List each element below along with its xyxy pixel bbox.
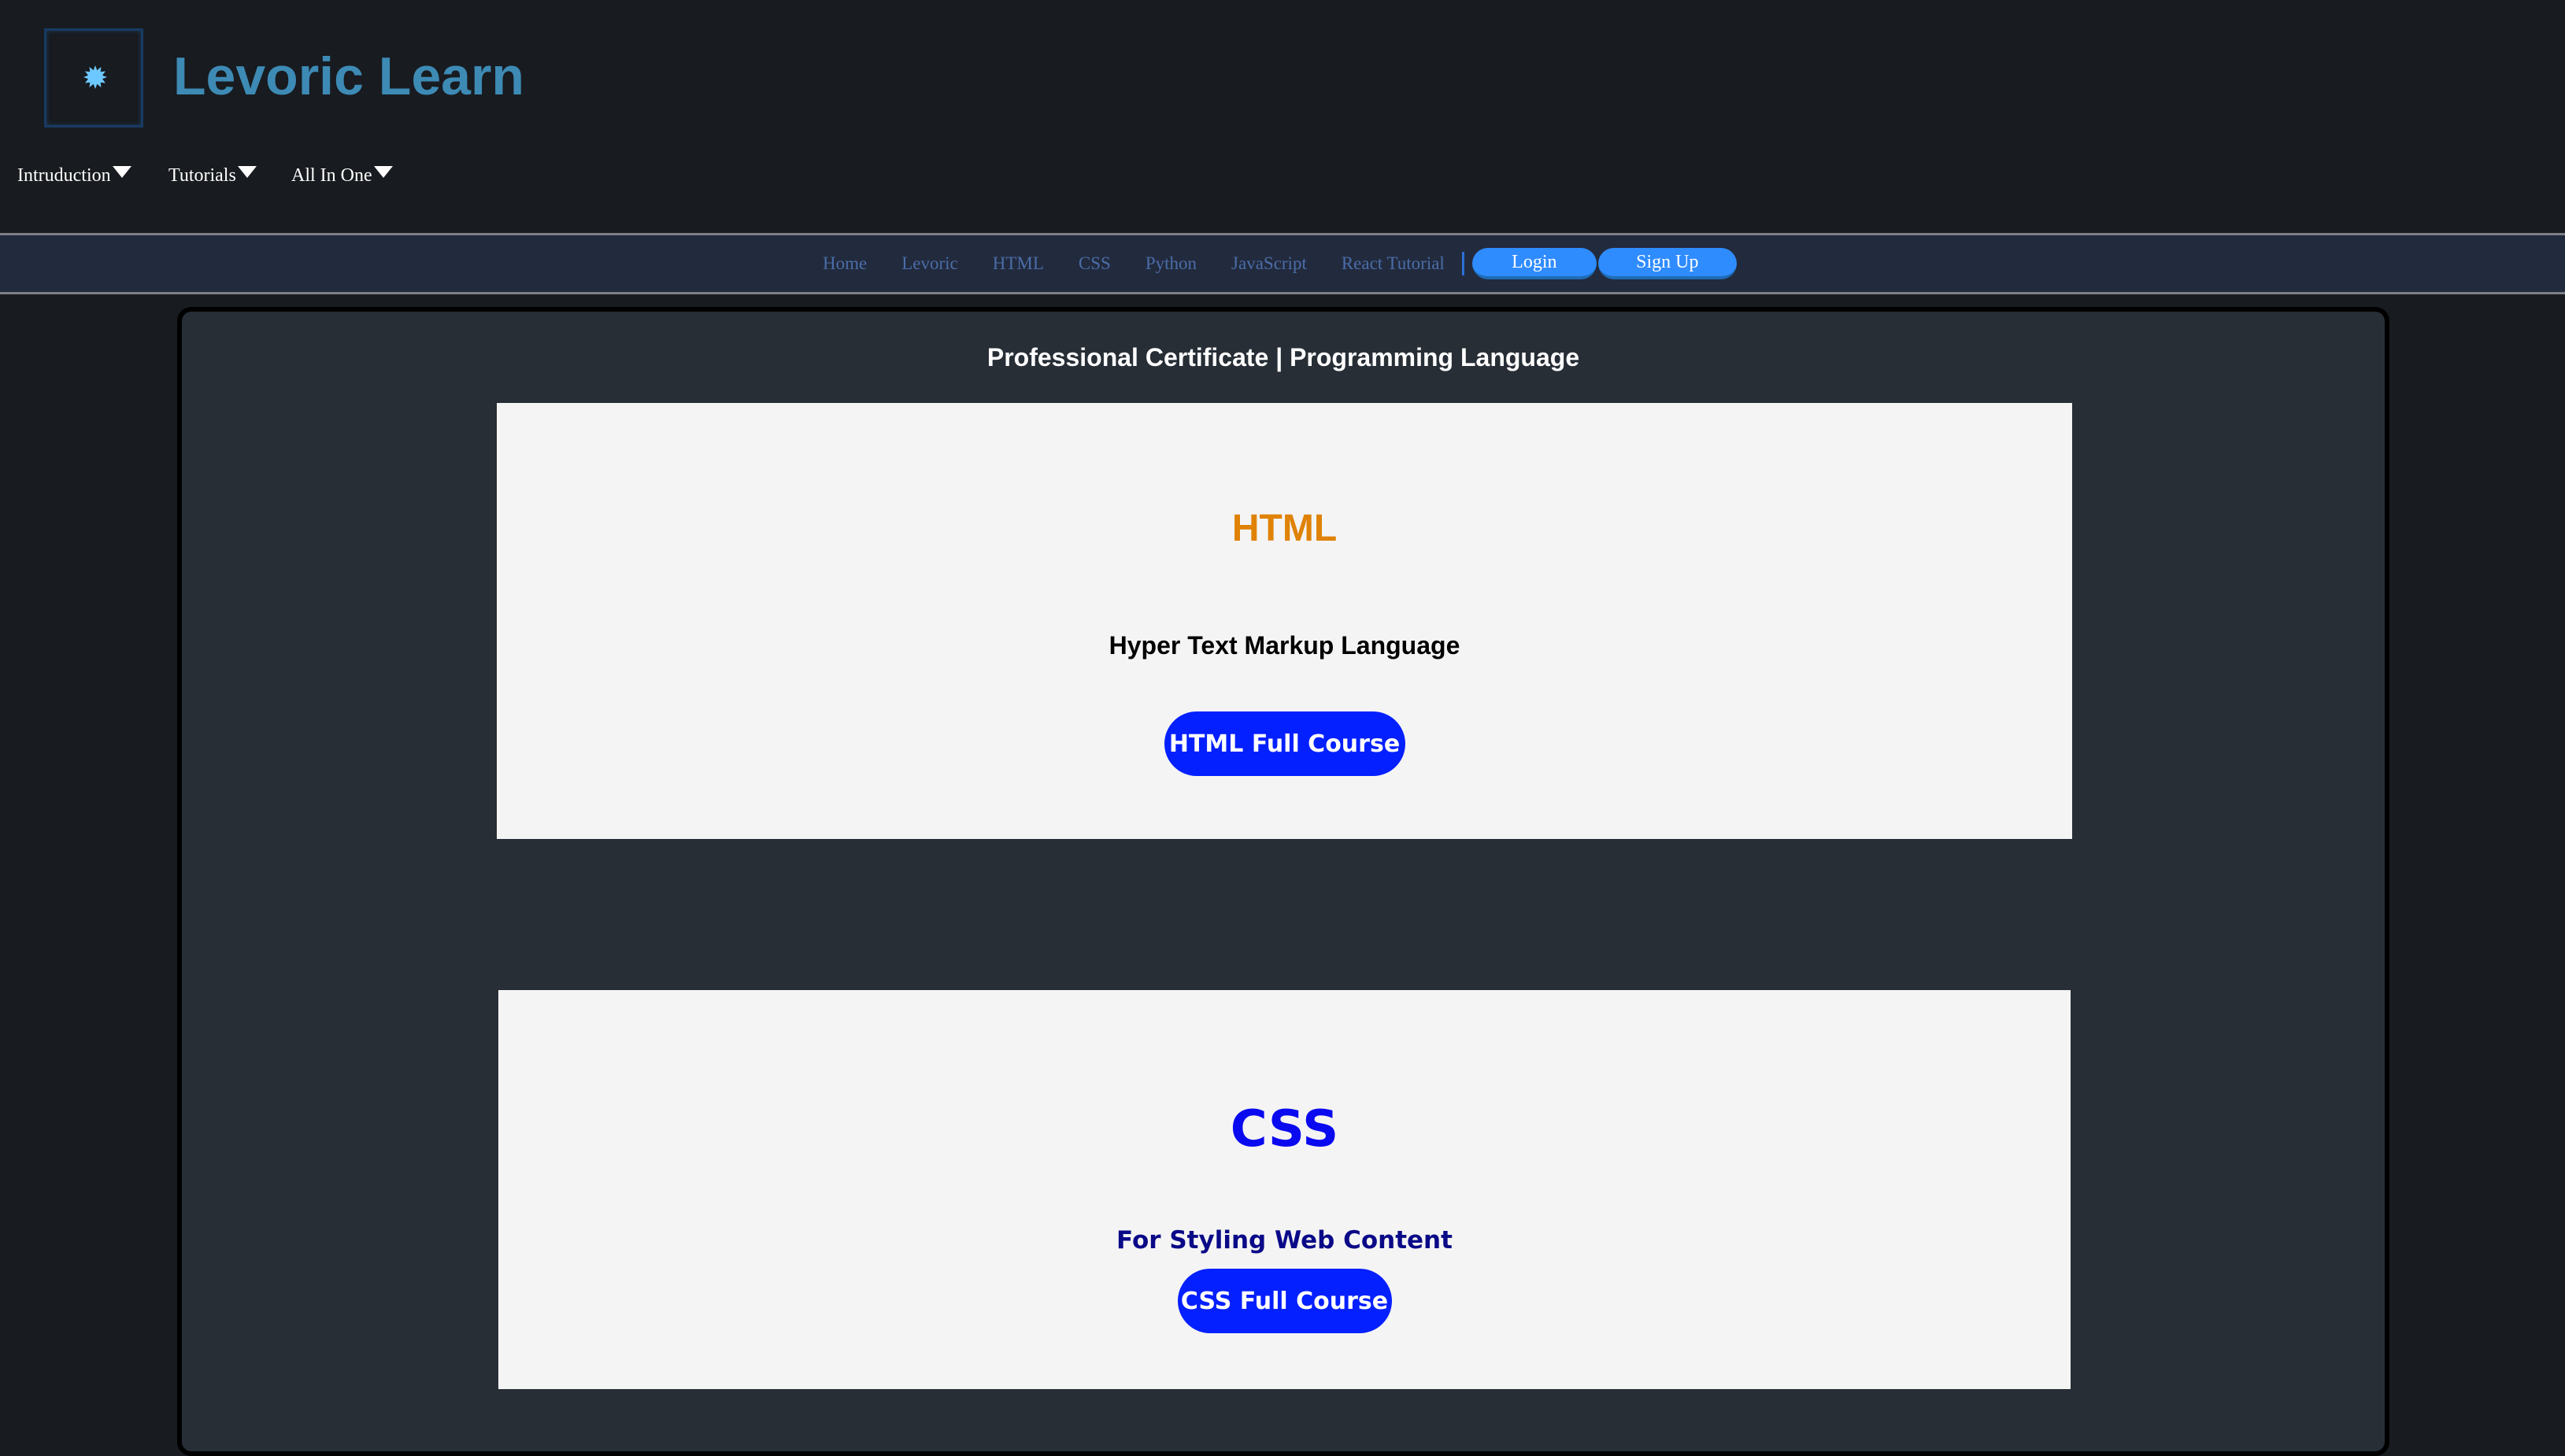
nav-link-react-tutorial[interactable]: React Tutorial: [1342, 253, 1445, 274]
caret-down-icon: [373, 166, 393, 178]
css-full-course-button[interactable]: CSS Full Course: [1177, 1269, 1392, 1333]
caret-down-icon: [237, 166, 257, 178]
nav-link-javascript[interactable]: JavaScript: [1231, 253, 1307, 274]
course-card-css: CSS For Styling Web Content CSS Full Cou…: [498, 990, 2071, 1389]
dropdown-label: Intruduction: [17, 165, 111, 186]
card-subtitle: For Styling Web Content: [1116, 1226, 1453, 1255]
dropdown-label: Tutorials: [168, 165, 236, 186]
top-navbar: Home Levoric HTML CSS Python JavaScript …: [0, 233, 2565, 294]
signup-button[interactable]: Sign Up: [1597, 248, 1737, 279]
dropdown-introduction[interactable]: Intruduction: [17, 165, 131, 187]
dropdown-all-in-one[interactable]: All In One: [291, 165, 393, 187]
card-title: HTML: [1231, 508, 1338, 549]
card-subtitle: Hyper Text Markup Language: [1109, 631, 1460, 660]
dropdown-label: All In One: [291, 165, 372, 186]
nav-divider: [1461, 252, 1464, 275]
brand-name[interactable]: Levoric Learn: [173, 46, 524, 107]
logo[interactable]: [44, 28, 143, 127]
nav-link-home[interactable]: Home: [823, 253, 867, 274]
main-container: Professional Certificate | Programming L…: [177, 307, 2389, 1456]
course-card-html: HTML Hyper Text Markup Language HTML Ful…: [497, 403, 2072, 839]
dropdown-tutorials[interactable]: Tutorials: [168, 165, 257, 187]
nav-link-css[interactable]: CSS: [1079, 253, 1111, 274]
nav-link-html[interactable]: HTML: [993, 253, 1044, 274]
nav-link-python[interactable]: Python: [1146, 253, 1197, 274]
nav-link-levoric[interactable]: Levoric: [901, 253, 958, 274]
section-title: Professional Certificate | Programming L…: [986, 343, 1580, 371]
caret-down-icon: [112, 166, 131, 178]
card-title: CSS: [1230, 1100, 1339, 1159]
login-button[interactable]: Login: [1471, 248, 1597, 279]
sun-star-icon: [83, 65, 107, 89]
html-full-course-button[interactable]: HTML Full Course: [1164, 711, 1405, 776]
